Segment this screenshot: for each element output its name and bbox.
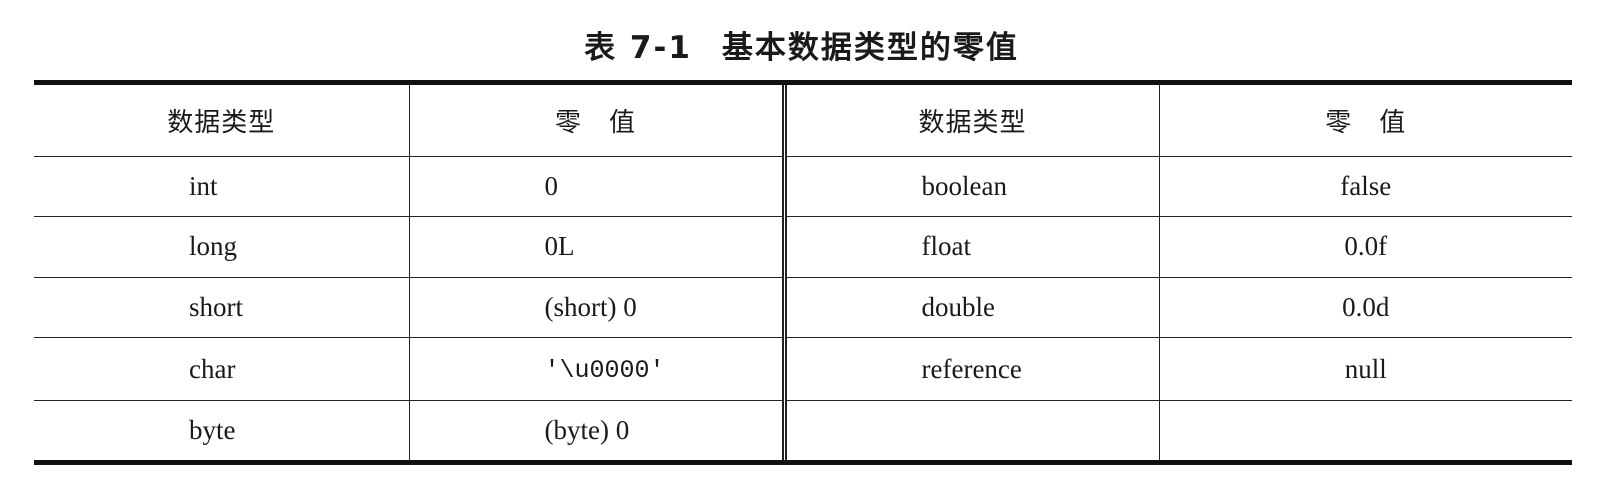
header-zero-value-left: 零 值 — [409, 85, 787, 157]
data-type-cell: reference — [784, 337, 1160, 401]
zero-value-cell: 0 — [409, 155, 787, 217]
zero-value-cell: 0L — [409, 216, 787, 278]
header-data-type-right: 数据类型 — [784, 85, 1160, 157]
data-type-cell: long — [34, 216, 410, 278]
header-row: 数据类型 零 值 数据类型 零 值 — [34, 85, 1572, 157]
data-type-cell: short — [34, 276, 410, 338]
data-type-cell: double — [784, 276, 1160, 338]
char-zero-literal: '\u0000' — [544, 356, 665, 386]
zero-value-cell: (short) 0 — [409, 276, 787, 338]
zero-value-cell: '\u0000' — [409, 337, 787, 401]
table-row: long 0L float 0.0f — [34, 216, 1572, 278]
data-type-cell: float — [784, 216, 1160, 278]
zero-value-cell: 0.0f — [1159, 216, 1572, 278]
table-row: int 0 boolean false — [34, 155, 1572, 217]
table-title: 基本数据类型的零值 — [721, 30, 1019, 66]
header-data-type-left: 数据类型 — [34, 85, 410, 157]
zero-value-cell: null — [1159, 337, 1572, 401]
header-zero-value-right: 零 值 — [1325, 107, 1407, 138]
zero-value-cell: (byte) 0 — [409, 399, 787, 460]
data-type-cell: char — [34, 337, 410, 401]
zero-value-table: 数据类型 零 值 数据类型 零 值 int 0 boolean false lo… — [34, 80, 1572, 465]
table-row: byte (byte) 0 — [34, 399, 1572, 460]
data-type-cell: byte — [34, 399, 410, 460]
table-number: 表 7-1 — [584, 30, 692, 66]
data-type-cell — [784, 399, 1160, 460]
data-type-cell: int — [34, 155, 410, 217]
table-row: char '\u0000' reference null — [34, 337, 1572, 401]
zero-value-cell — [1159, 399, 1572, 460]
table-caption: 表 7-1 基本数据类型的零值 — [0, 22, 1603, 67]
table-row: short (short) 0 double 0.0d — [34, 276, 1572, 338]
zero-value-cell: 0.0d — [1159, 276, 1572, 338]
data-type-cell: boolean — [784, 155, 1160, 217]
zero-value-cell: false — [1159, 155, 1572, 217]
